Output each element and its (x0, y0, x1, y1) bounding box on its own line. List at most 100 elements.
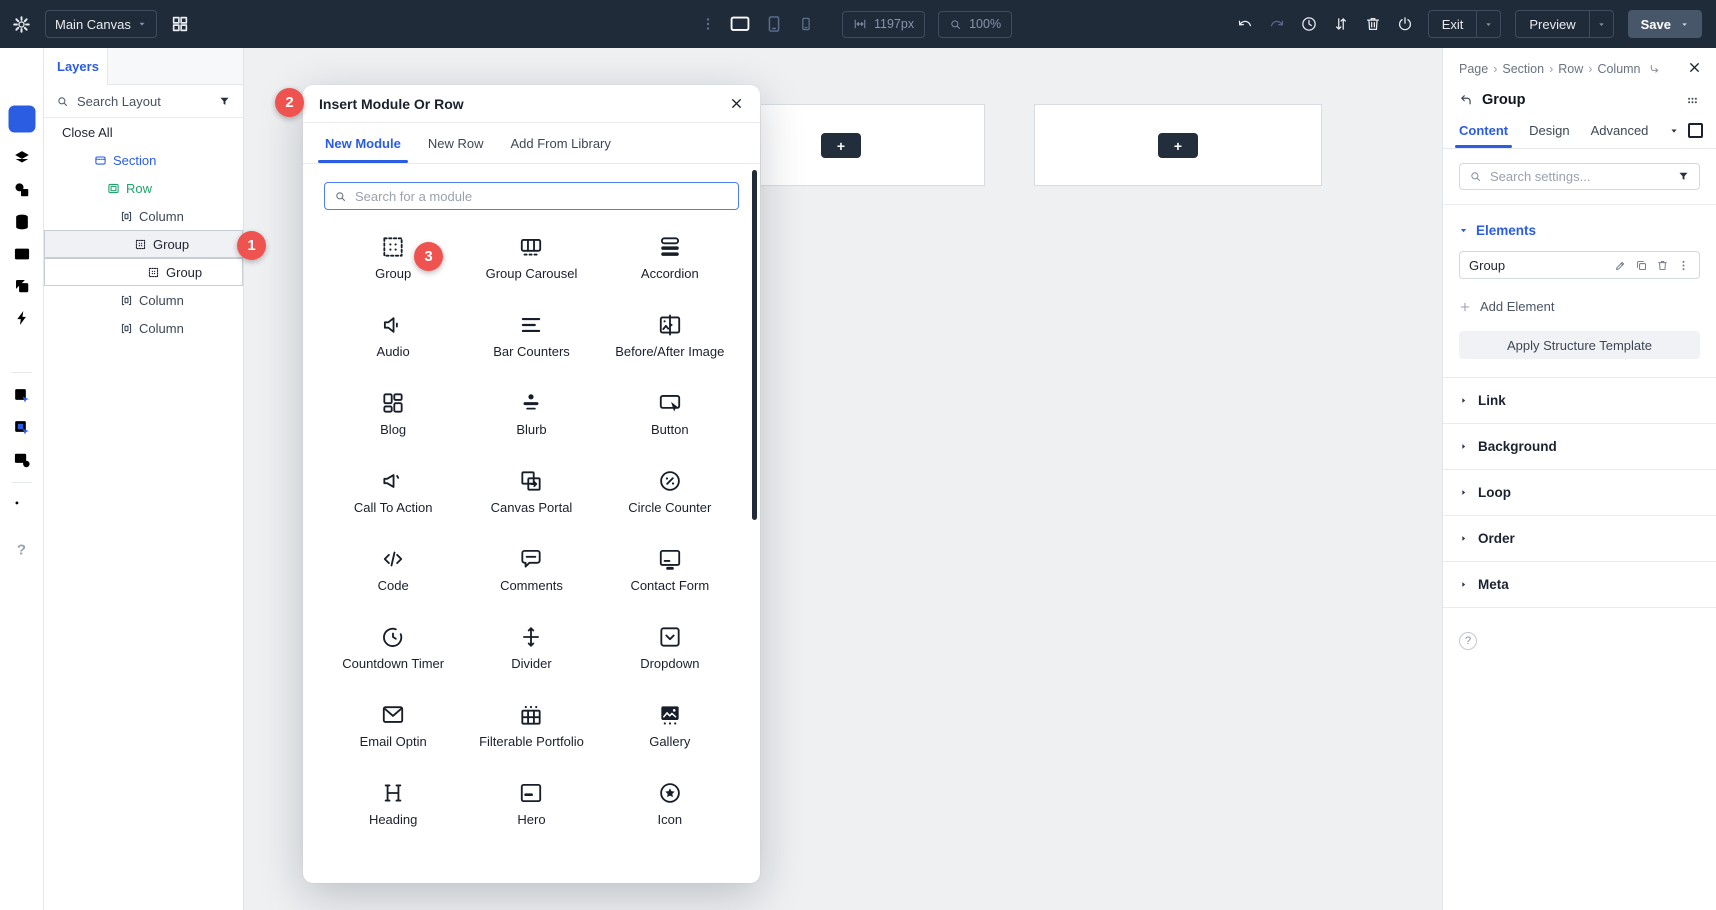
module-item-hero[interactable]: Hero (462, 770, 600, 848)
tabs-dropdown-icon[interactable] (1669, 126, 1679, 136)
breadcrumb-item-page[interactable]: Page (1459, 62, 1488, 76)
module-item-heading[interactable]: Heading (324, 770, 462, 848)
module-item-countdown-timer[interactable]: Countdown Timer (324, 614, 462, 692)
rail-item-data[interactable] (12, 212, 32, 232)
layers-tree-item-column[interactable]: Column (44, 202, 243, 230)
rail-item-quick-actions[interactable] (12, 308, 32, 328)
exit-dropdown-arrow[interactable] (1476, 11, 1500, 37)
module-item-call-to-action[interactable]: Call To Action (324, 458, 462, 536)
module-item-group-carousel[interactable]: Group Carousel (462, 224, 600, 302)
module-item-code[interactable]: Code (324, 536, 462, 614)
module-item-dropdown[interactable]: Dropdown (601, 614, 739, 692)
trash-icon[interactable] (1656, 259, 1669, 272)
kebab-menu-icon[interactable] (700, 16, 716, 32)
save-button[interactable]: Save (1628, 10, 1702, 38)
add-element-button[interactable]: Add Element (1443, 279, 1716, 314)
duplicate-icon[interactable] (1635, 259, 1648, 272)
settings-tab-design[interactable]: Design (1529, 123, 1569, 148)
grid-view-icon[interactable] (171, 15, 189, 33)
rail-item-list-view[interactable] (12, 340, 32, 360)
layers-tree-item-column[interactable]: Column (44, 286, 243, 314)
desktop-view-icon[interactable] (729, 13, 751, 35)
module-item-gallery[interactable]: Gallery (601, 692, 739, 770)
module-item-accordion[interactable]: Accordion (601, 224, 739, 302)
edit-pencil-icon[interactable] (1614, 259, 1627, 272)
module-item-circle-counter[interactable]: Circle Counter (601, 458, 739, 536)
module-item-filterable-portfolio[interactable]: Filterable Portfolio (462, 692, 600, 770)
module-item-divider[interactable]: Divider (462, 614, 600, 692)
rail-item-duplicate[interactable] (12, 276, 32, 296)
layers-tree-item-section[interactable]: Section (44, 146, 243, 174)
tablet-view-icon[interactable] (764, 14, 784, 34)
rail-item-cards[interactable] (12, 244, 32, 264)
layers-search-input[interactable] (77, 94, 210, 109)
module-item-bar-counters[interactable]: Bar Counters (462, 302, 600, 380)
rail-item-add-new[interactable] (8, 106, 35, 133)
insert-module-plus-button[interactable]: + (821, 133, 861, 158)
layers-tree-item-column[interactable]: Column (44, 314, 243, 342)
layers-tree-item-group-selected[interactable]: Group (44, 230, 243, 258)
filter-funnel-icon[interactable] (1677, 170, 1690, 183)
module-item-group[interactable]: Group (324, 224, 462, 302)
rail-item-select-module[interactable] (12, 386, 32, 406)
phone-view-icon[interactable] (797, 15, 815, 33)
module-item-email-optin[interactable]: Email Optin (324, 692, 462, 770)
close-all-button[interactable]: Close All (44, 118, 243, 146)
module-item-comments[interactable]: Comments (462, 536, 600, 614)
device-preview-square-icon[interactable] (1688, 123, 1703, 138)
module-item-icon[interactable]: Icon (601, 770, 739, 848)
dialog-tab-add-from-library[interactable]: Add From Library (510, 123, 610, 163)
settings-tab-content[interactable]: Content (1459, 123, 1508, 148)
close-icon[interactable] (729, 96, 744, 111)
module-item-canvas-portal[interactable]: Canvas Portal (462, 458, 600, 536)
sort-arrows-icon[interactable] (1332, 15, 1350, 33)
insert-module-plus-button[interactable]: + (1158, 133, 1198, 158)
history-clock-icon[interactable] (1300, 15, 1318, 33)
back-arrow-icon[interactable] (1459, 93, 1473, 107)
breadcrumb-item-row[interactable]: Row (1558, 62, 1583, 76)
close-icon[interactable] (1687, 60, 1702, 75)
preview-dropdown-arrow[interactable] (1589, 11, 1613, 37)
rail-item-select-row[interactable] (12, 418, 32, 438)
rail-item-site-layout[interactable] (12, 450, 32, 470)
apply-structure-template-button[interactable]: Apply Structure Template (1459, 331, 1700, 359)
layers-tree-item-group[interactable]: Group (44, 258, 243, 286)
module-item-blog[interactable]: Blog (324, 380, 462, 458)
settings-tab-advanced[interactable]: Advanced (1591, 123, 1649, 148)
canvas-width-field[interactable]: 1197px (842, 11, 925, 38)
canvas-selector-dropdown[interactable]: Main Canvas (45, 10, 157, 38)
module-item-before-after-image[interactable]: Before/After Image (601, 302, 739, 380)
undo-icon[interactable] (1236, 15, 1254, 33)
dialog-tab-new-module[interactable]: New Module (325, 123, 401, 163)
dialog-tab-new-row[interactable]: New Row (428, 123, 484, 163)
power-icon[interactable] (1396, 15, 1414, 33)
module-item-audio[interactable]: Audio (324, 302, 462, 380)
settings-section-order[interactable]: Order (1443, 516, 1716, 562)
tab-layers[interactable]: Layers (44, 48, 108, 85)
filter-funnel-icon[interactable] (218, 95, 231, 108)
settings-gear-icon[interactable] (12, 15, 31, 34)
module-item-blurb[interactable]: Blurb (462, 380, 600, 458)
help-icon[interactable]: ? (1459, 632, 1477, 650)
redo-icon[interactable] (1268, 15, 1286, 33)
element-row-group[interactable]: Group (1459, 251, 1700, 279)
module-item-contact-form[interactable]: Contact Form (601, 536, 739, 614)
trash-icon[interactable] (1364, 15, 1382, 33)
settings-section-meta[interactable]: Meta (1443, 562, 1716, 608)
modal-scrollbar[interactable] (752, 170, 757, 520)
module-item-button[interactable]: Button (601, 380, 739, 458)
breadcrumb-item-column[interactable]: Column (1597, 62, 1640, 76)
module-search-input[interactable] (355, 189, 729, 204)
preview-button[interactable]: Preview (1516, 11, 1588, 37)
exit-button[interactable]: Exit (1429, 11, 1477, 37)
kebab-menu-icon[interactable] (1677, 259, 1690, 272)
zoom-level-field[interactable]: 100% (938, 11, 1012, 38)
settings-section-background[interactable]: Background (1443, 424, 1716, 470)
rail-item-tools[interactable] (12, 498, 32, 518)
layers-tree-item-row[interactable]: Row (44, 174, 243, 202)
settings-section-loop[interactable]: Loop (1443, 470, 1716, 516)
save-dropdown-arrow[interactable] (1680, 20, 1689, 29)
settings-search-input[interactable] (1490, 169, 1669, 184)
settings-section-link[interactable]: Link (1443, 378, 1716, 424)
rail-item-design[interactable] (12, 180, 32, 200)
